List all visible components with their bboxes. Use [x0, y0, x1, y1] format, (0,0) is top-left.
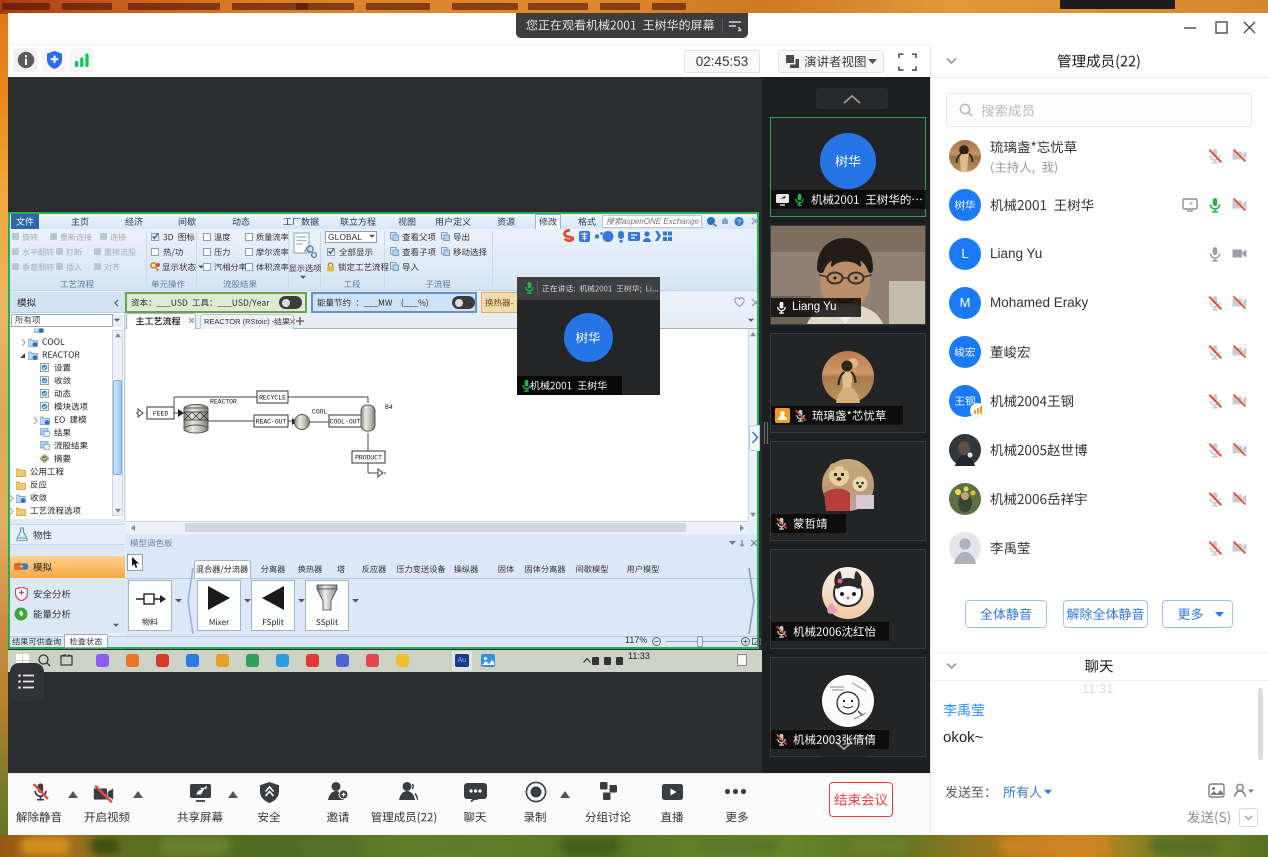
svg-text:RECYCLE: RECYCLE [259, 395, 286, 402]
svg-text:PRODUCT: PRODUCT [355, 455, 382, 462]
svg-text:?: ? [737, 217, 741, 226]
svg-text:B4: B4 [385, 404, 393, 411]
svg-text:REACTOR: REACTOR [210, 399, 237, 406]
svg-text:FEED: FEED [153, 411, 169, 418]
svg-text:COOL: COOL [312, 409, 328, 416]
svg-text:COOL-OUT: COOL-OUT [330, 419, 361, 426]
svg-text:REAC-OUT: REAC-OUT [256, 419, 287, 426]
